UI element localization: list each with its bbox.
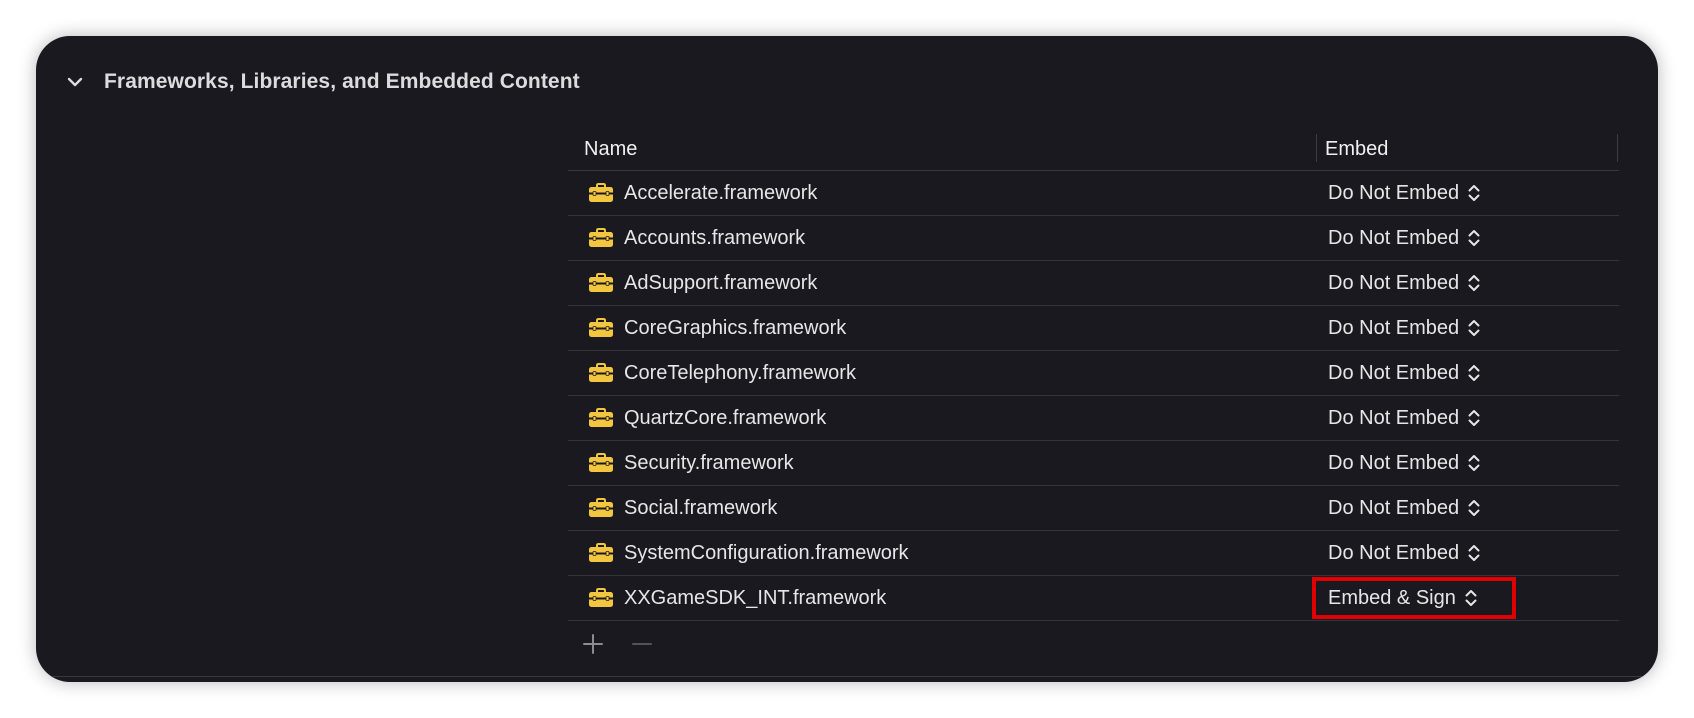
embed-value: Do Not Embed [1328,451,1460,474]
framework-toolbox-icon [588,543,614,563]
embed-select[interactable]: Do Not Embed [1316,536,1512,570]
embed-value: Do Not Embed [1328,271,1460,294]
up-down-chevron-icon [1467,497,1481,519]
section-title: Frameworks, Libraries, and Embedded Cont… [104,70,580,93]
table-row[interactable]: XXGameSDK_INT.framework Embed & Sign [568,576,1619,621]
framework-name: QuartzCore.framework [624,407,827,429]
framework-name: SystemConfiguration.framework [624,542,909,564]
framework-toolbox-icon [588,408,614,428]
up-down-chevron-icon [1467,407,1481,429]
window: Frameworks, Libraries, and Embedded Cont… [36,36,1658,682]
embed-select[interactable]: Do Not Embed [1316,491,1512,525]
add-framework-button[interactable] [580,631,606,657]
embed-value: Embed & Sign [1328,586,1456,609]
embed-select[interactable]: Embed & Sign [1312,577,1516,619]
framework-name: AdSupport.framework [624,272,818,294]
embed-select[interactable]: Do Not Embed [1316,266,1512,300]
minus-icon [632,643,652,645]
settings-panel: Frameworks, Libraries, and Embedded Cont… [36,36,1658,682]
column-header-name[interactable]: Name [584,138,637,161]
remove-framework-button[interactable] [629,631,655,657]
framework-toolbox-icon [588,363,614,383]
table-row[interactable]: Accelerate.framework Do Not Embed [568,171,1619,216]
framework-name: CoreGraphics.framework [624,317,847,339]
table-row[interactable]: Social.framework Do Not Embed [568,486,1619,531]
framework-toolbox-icon [588,273,614,293]
section-header[interactable]: Frameworks, Libraries, and Embedded Cont… [64,62,580,102]
framework-toolbox-icon [588,588,614,608]
up-down-chevron-icon [1467,182,1481,204]
table-footer [568,621,1619,665]
section-divider [36,676,1658,677]
framework-toolbox-icon [588,453,614,473]
table-row[interactable]: QuartzCore.framework Do Not Embed [568,396,1619,441]
framework-toolbox-icon [588,498,614,518]
up-down-chevron-icon [1467,542,1481,564]
up-down-chevron-icon [1467,317,1481,339]
embed-value: Do Not Embed [1328,406,1460,429]
framework-toolbox-icon [588,318,614,338]
up-down-chevron-icon [1464,587,1478,609]
table-header: Name Embed [568,124,1619,171]
embed-select[interactable]: Do Not Embed [1316,221,1512,255]
column-header-embed[interactable]: Embed [1325,138,1388,161]
embed-select[interactable]: Do Not Embed [1316,446,1512,480]
embed-value: Do Not Embed [1328,361,1460,384]
table-row[interactable]: SystemConfiguration.framework Do Not Embe… [568,531,1619,576]
framework-toolbox-icon [588,183,614,203]
table-row[interactable]: CoreTelephony.framework Do Not Embed [568,351,1619,396]
framework-name: Social.framework [624,497,778,519]
column-divider [1617,134,1618,162]
embed-value: Do Not Embed [1328,541,1460,564]
table-row[interactable]: Accounts.framework Do Not Embed [568,216,1619,261]
embed-value: Do Not Embed [1328,181,1460,204]
framework-name: Security.framework [624,452,794,474]
embed-select[interactable]: Do Not Embed [1316,356,1512,390]
embed-value: Do Not Embed [1328,316,1460,339]
framework-name: XXGameSDK_INT.framework [624,587,887,609]
table-row[interactable]: Security.framework Do Not Embed [568,441,1619,486]
table-body: Accelerate.framework Do Not Embed Accounts… [568,171,1619,621]
column-divider [1316,134,1317,162]
chevron-down-icon[interactable] [64,71,86,93]
up-down-chevron-icon [1467,272,1481,294]
framework-name: CoreTelephony.framework [624,362,856,384]
embed-value: Do Not Embed [1328,496,1460,519]
embed-select[interactable]: Do Not Embed [1316,401,1512,435]
framework-name: Accounts.framework [624,227,806,249]
embed-select[interactable]: Do Not Embed [1316,176,1512,210]
table-row[interactable]: CoreGraphics.framework Do Not Embed [568,306,1619,351]
embed-value: Do Not Embed [1328,226,1460,249]
up-down-chevron-icon [1467,452,1481,474]
table-row[interactable]: AdSupport.framework Do Not Embed [568,261,1619,306]
embed-select[interactable]: Do Not Embed [1316,311,1512,345]
up-down-chevron-icon [1467,227,1481,249]
up-down-chevron-icon [1467,362,1481,384]
frameworks-table: Name Embed Accelerate.framework Do Not Em… [568,124,1619,665]
framework-toolbox-icon [588,228,614,248]
framework-name: Accelerate.framework [624,182,818,204]
plus-icon [583,634,603,654]
